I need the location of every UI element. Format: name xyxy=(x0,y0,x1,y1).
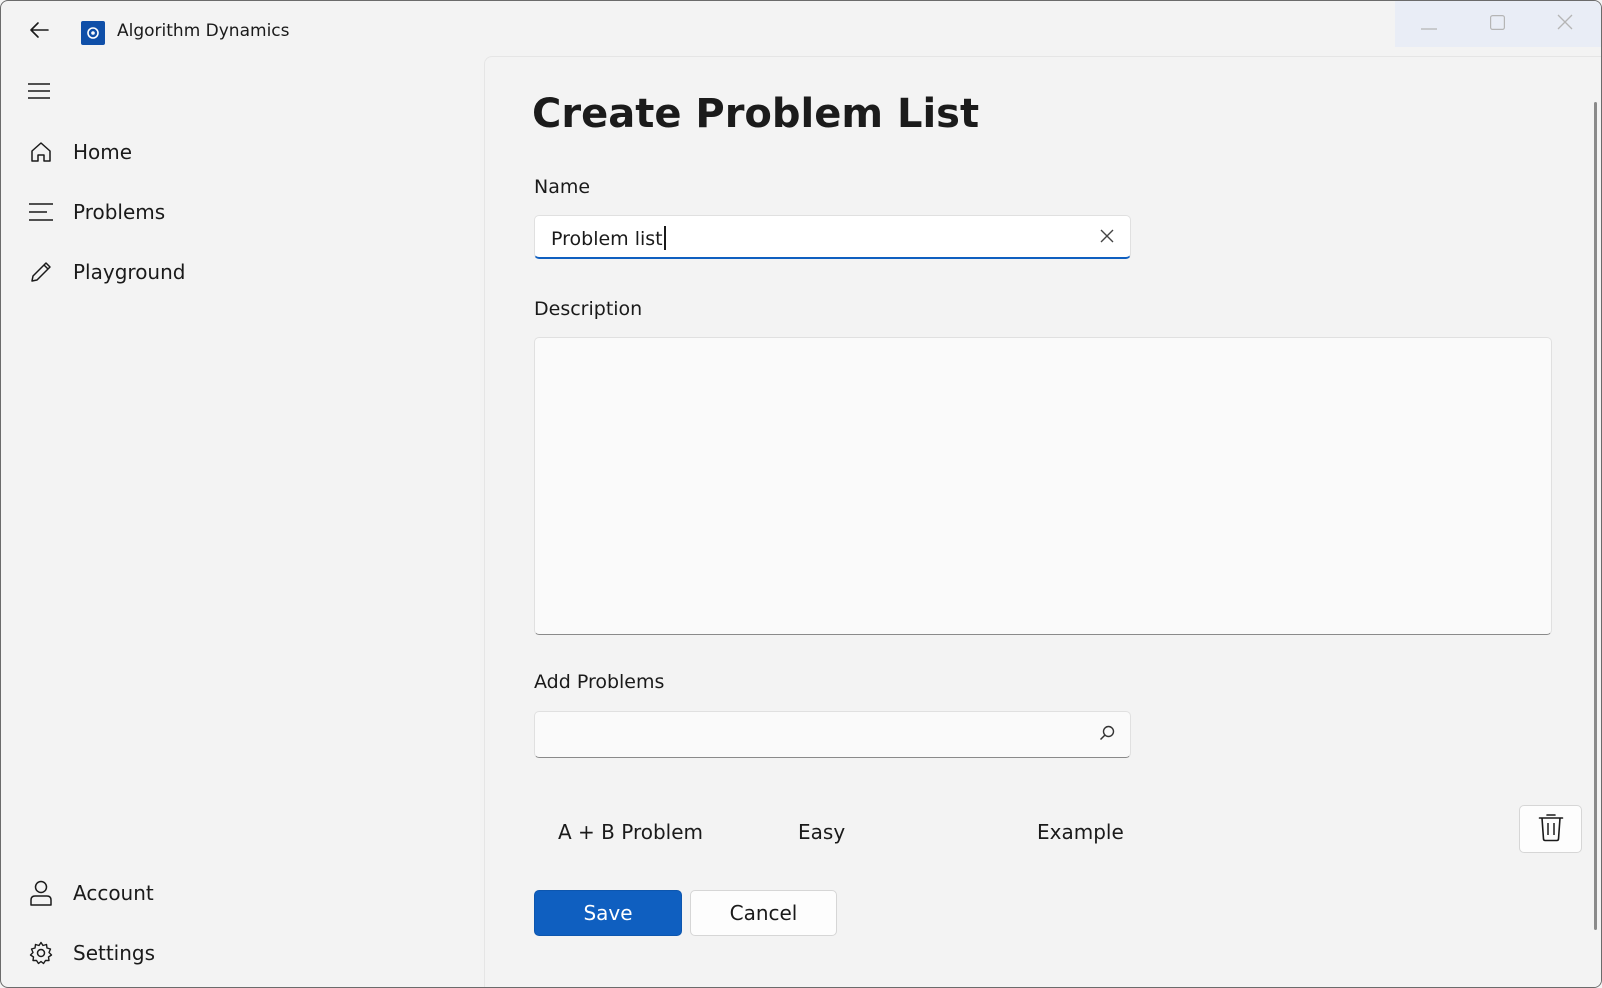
back-arrow-icon xyxy=(29,21,49,43)
nav-item-home[interactable]: Home xyxy=(9,130,469,174)
back-button[interactable] xyxy=(19,15,59,49)
nav-item-problems[interactable]: Problems xyxy=(9,190,469,234)
title-bar: Algorithm Dynamics xyxy=(1,1,1601,59)
maximize-button[interactable] xyxy=(1463,1,1531,47)
app-logo-icon xyxy=(81,21,105,45)
vertical-scrollbar[interactable] xyxy=(1594,102,1597,930)
clear-icon xyxy=(1100,228,1114,247)
hamburger-icon xyxy=(28,83,50,103)
description-input[interactable] xyxy=(534,337,1552,635)
minimize-icon xyxy=(1421,15,1437,34)
caption-buttons xyxy=(1395,1,1601,47)
nav-item-playground[interactable]: Playground xyxy=(9,250,469,294)
search-icon xyxy=(1099,725,1115,745)
nav-item-settings[interactable]: Settings xyxy=(9,931,469,975)
close-window-button[interactable] xyxy=(1531,1,1599,47)
problem-title: A + B Problem xyxy=(558,820,703,844)
name-input-value: Problem list xyxy=(551,226,666,250)
name-input[interactable]: Problem list xyxy=(534,215,1131,259)
cancel-button[interactable]: Cancel xyxy=(690,890,837,936)
delete-problem-button[interactable] xyxy=(1519,805,1582,853)
content-panel: Create Problem List Name Problem list De… xyxy=(484,56,1601,987)
nav-label-problems: Problems xyxy=(73,200,166,224)
trash-icon xyxy=(1538,812,1564,846)
nav-menu-toggle[interactable] xyxy=(19,75,59,111)
nav-label-settings: Settings xyxy=(73,941,156,965)
text-caret xyxy=(663,226,666,250)
page-title: Create Problem List xyxy=(532,91,980,137)
nav-label-playground: Playground xyxy=(73,260,186,284)
gear-icon xyxy=(13,941,69,965)
pencil-icon xyxy=(13,260,69,284)
list-icon xyxy=(13,202,69,222)
home-icon xyxy=(13,140,69,164)
search-button[interactable] xyxy=(1092,720,1122,750)
nav-label-home: Home xyxy=(73,140,133,164)
problem-difficulty: Easy xyxy=(798,820,846,844)
nav-label-account: Account xyxy=(73,881,154,905)
app-title: Algorithm Dynamics xyxy=(117,21,290,41)
description-label: Description xyxy=(534,298,643,320)
app-window: Algorithm Dynamics Home Problems Playgro… xyxy=(0,0,1602,988)
close-icon xyxy=(1557,14,1573,34)
problem-list-item[interactable]: A + B Problem Easy Example xyxy=(534,805,1582,861)
save-button[interactable]: Save xyxy=(534,890,682,936)
problem-tag: Example xyxy=(1037,820,1124,844)
add-problems-search-input[interactable] xyxy=(534,711,1131,758)
minimize-button[interactable] xyxy=(1395,1,1463,47)
nav-item-account[interactable]: Account xyxy=(9,871,469,915)
add-problems-label: Add Problems xyxy=(534,671,665,693)
maximize-icon xyxy=(1489,14,1505,34)
name-label: Name xyxy=(534,176,591,198)
clear-name-button[interactable] xyxy=(1092,222,1122,252)
person-icon xyxy=(13,880,69,906)
